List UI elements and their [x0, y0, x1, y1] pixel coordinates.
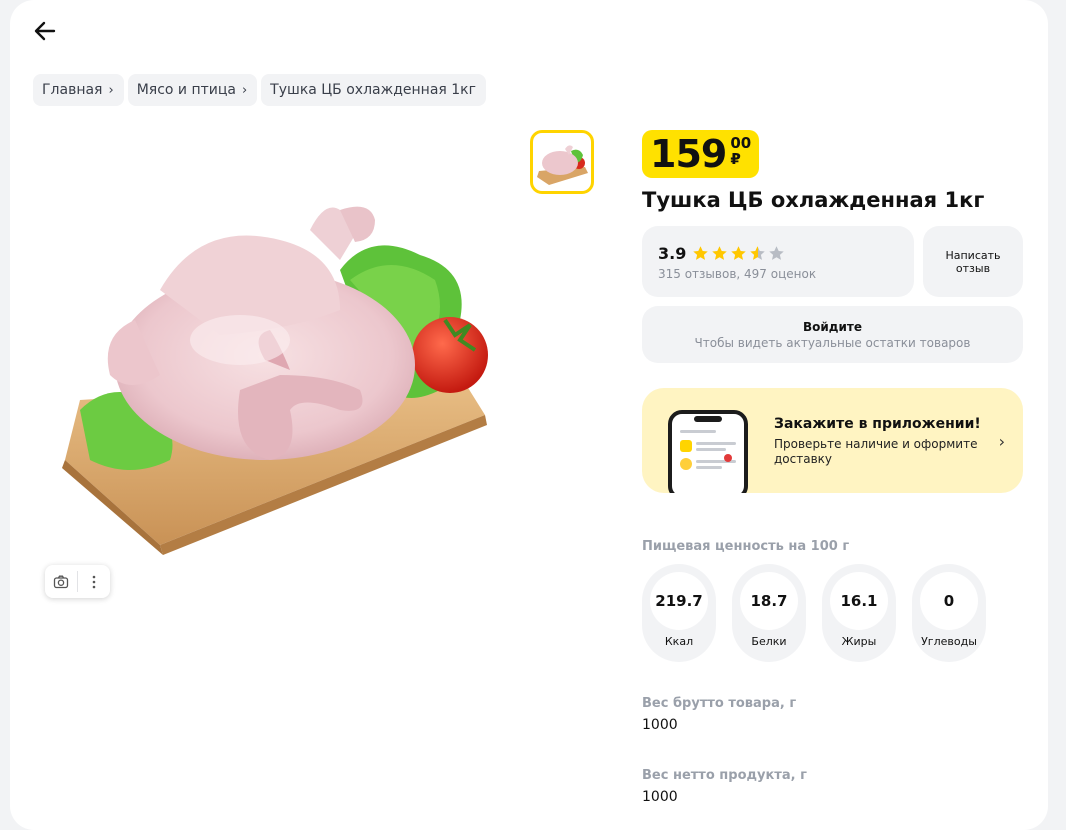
write-review-button[interactable]: Написать отзыв	[923, 226, 1023, 297]
breadcrumb-item-category[interactable]: Мясо и птица ›	[127, 74, 258, 106]
attribute-value: 1000	[642, 789, 678, 805]
more-vertical-icon[interactable]	[78, 565, 110, 598]
chevron-right-icon: ›	[998, 432, 1005, 451]
login-subtitle: Чтобы видеть актуальные остатки товаров	[694, 335, 971, 350]
nutrition-item-kcal: 219.7 Ккал	[642, 564, 716, 662]
product-image	[62, 206, 488, 555]
nutrition-item-protein: 18.7 Белки	[732, 564, 806, 662]
thumbnail-image	[537, 145, 588, 185]
price-kopecks: 00	[730, 134, 752, 152]
promo-description: Проверьте наличие и оформите доставку	[774, 437, 978, 466]
currency-symbol: ₽	[730, 150, 741, 168]
reviews-count: 315 отзывов, 497 оценок	[658, 267, 817, 281]
attribute-title: Вес брутто товара, г	[642, 696, 797, 711]
star-empty-icon	[769, 246, 785, 260]
price-rubles: 159	[650, 132, 727, 176]
nutrition-title: Пищевая ценность на 100 г	[642, 539, 850, 554]
breadcrumb-label: Тушка ЦБ охлажденная 1кг	[270, 82, 476, 98]
nutrition-label: Жиры	[841, 635, 877, 648]
phone-illustration	[668, 410, 748, 493]
breadcrumb-label: Главная	[42, 82, 103, 98]
star-icon	[712, 246, 728, 260]
image-toolbar	[45, 565, 110, 598]
attribute-title: Вес нетто продукта, г	[642, 768, 807, 783]
breadcrumb-label: Мясо и птица	[136, 82, 236, 98]
star-half-icon	[750, 246, 766, 260]
star-icon	[731, 246, 747, 260]
product-thumbnail[interactable]	[530, 130, 594, 194]
nutrition-facts: 219.7 Ккал 18.7 Белки 16.1 Жиры 0 Углево…	[642, 564, 986, 662]
arrow-left-icon[interactable]	[32, 18, 58, 44]
breadcrumb-item-current[interactable]: Тушка ЦБ охлажденная 1кг	[261, 74, 486, 106]
price-badge: 159 00 ₽	[642, 130, 760, 178]
breadcrumb-item-home[interactable]: Главная ›	[33, 74, 124, 106]
nutrition-item-fat: 16.1 Жиры	[822, 564, 896, 662]
product-title: Тушка ЦБ охлажденная 1кг	[642, 188, 985, 212]
nutrition-value: 219.7	[650, 572, 708, 630]
nutrition-value: 16.1	[830, 572, 888, 630]
rating-block[interactable]: 3.9 315 отзывов, 497 оценок	[642, 226, 914, 297]
chevron-right-icon: ›	[108, 82, 114, 98]
login-title: Войдите	[803, 319, 862, 334]
nutrition-item-carbs: 0 Углеводы	[912, 564, 986, 662]
nutrition-label: Ккал	[664, 635, 694, 648]
rating-stars	[692, 245, 785, 262]
star-icon	[693, 246, 709, 260]
product-card: Главная › Мясо и птица › Тушка ЦБ охлажд…	[10, 0, 1048, 830]
nutrition-label: Белки	[751, 635, 787, 648]
promo-title: Закажите в приложении!	[774, 416, 981, 432]
breadcrumb: Главная › Мясо и птица › Тушка ЦБ охлажд…	[33, 74, 486, 106]
app-promo-banner[interactable]: Закажите в приложении! Проверьте наличие…	[642, 388, 1023, 493]
nutrition-value: 18.7	[740, 572, 798, 630]
camera-search-icon[interactable]	[45, 565, 77, 598]
rating-score: 3.9	[658, 244, 687, 263]
chevron-right-icon: ›	[241, 82, 248, 98]
attribute-value: 1000	[642, 717, 678, 733]
nutrition-value: 0	[920, 572, 978, 630]
login-button[interactable]: Войдите Чтобы видеть актуальные остатки …	[642, 306, 1023, 363]
nutrition-label: Углеводы	[921, 635, 977, 648]
